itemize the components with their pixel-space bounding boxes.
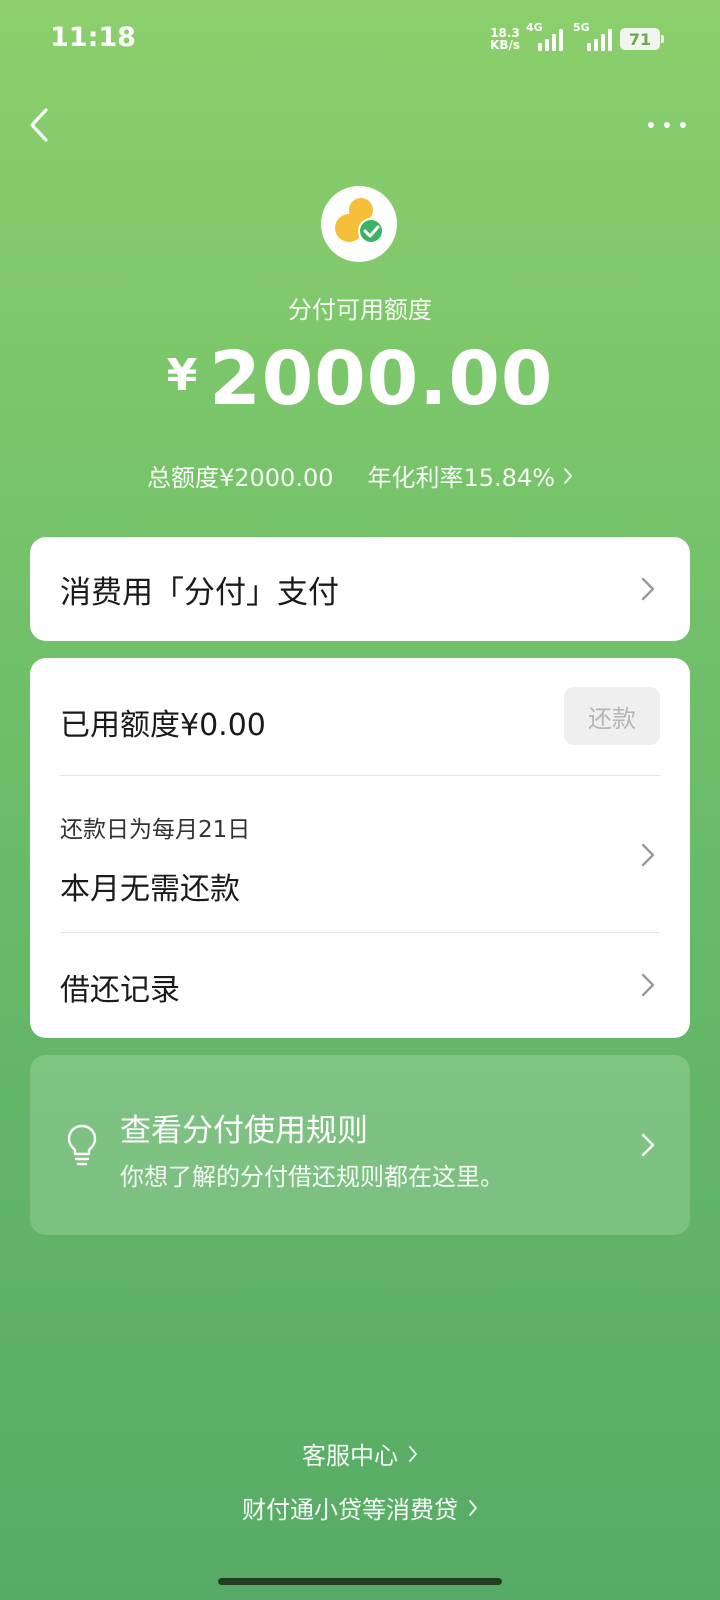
battery-level: 71 [628,29,652,49]
battery-icon: 71 [620,28,664,50]
fenfu-logo [321,186,397,262]
chevron-left-icon [30,108,48,142]
net-speed-unit: KB/s [490,38,520,52]
limit-info: 总额度¥2000.00 年化利率15.84% [0,458,720,493]
rules-description: 你想了解的分付借还规则都在这里。 [120,1163,504,1191]
more-dots-icon [648,122,654,128]
back-button[interactable] [20,100,64,150]
due-date: 还款日为每月21日 [60,817,251,843]
chevron-right-icon [409,1445,417,1462]
due-status: 本月无需还款 [60,872,240,907]
limit-details-card: 已用额度¥0.00 还款 还款日为每月21日 本月无需还款 借还记录 [30,658,690,1038]
customer-service-link[interactable]: 客服中心 [0,1436,720,1471]
chevron-right-icon [641,843,655,867]
chevron-right-icon [641,1133,655,1157]
used-amount: 已用额度¥0.00 [60,708,266,743]
signal-4g-label: 4G [526,21,543,34]
repayment-info-row[interactable]: 还款日为每月21日 本月无需还款 [30,776,690,932]
currency-symbol: ¥ [166,350,198,401]
chevron-right-icon [469,1499,477,1516]
pay-with-fenfu-label: 消费用「分付」支付 [60,575,339,611]
signal-4g-icon: 4G [526,21,563,51]
home-indicator[interactable] [218,1578,502,1585]
status-icons: 18.3 KB/s 4G 5G 71 [490,21,664,56]
signal-5g-label: 5G [573,21,590,34]
borrow-repay-records-row[interactable]: 借还记录 [30,933,690,1038]
records-label: 借还记录 [60,973,180,1008]
signal-5g-icon: 5G [573,21,612,51]
annual-rate-link[interactable]: 年化利率15.84% [368,458,574,493]
more-button[interactable] [642,108,692,142]
total-limit: 总额度¥2000.00 [146,464,334,492]
amount-value: 2000.00 [209,336,554,422]
rules-title: 查看分付使用规则 [120,1113,368,1149]
annual-rate-text: 年化利率15.84% [367,464,556,492]
available-amount: ¥2000.00 [0,336,720,422]
lightbulb-icon [67,1124,97,1166]
usage-rules-card[interactable]: 查看分付使用规则 你想了解的分付借还规则都在这里。 [30,1055,690,1235]
chevron-right-icon [641,577,655,601]
net-speed: 18.3 KB/s [490,27,520,51]
lenders-label: 财付通小贷等消费贷 [242,1496,458,1524]
fenfu-logo-icon [335,198,384,244]
lenders-link[interactable]: 财付通小贷等消费贷 [0,1490,720,1525]
chevron-right-icon [564,467,572,484]
customer-service-label: 客服中心 [302,1442,398,1470]
pay-with-fenfu-row[interactable]: 消费用「分付」支付 [30,537,690,641]
available-limit-label: 分付可用额度 [288,296,432,324]
repay-button[interactable]: 还款 [564,687,660,745]
chevron-right-icon [641,973,655,997]
status-time: 11:18 [50,22,136,53]
